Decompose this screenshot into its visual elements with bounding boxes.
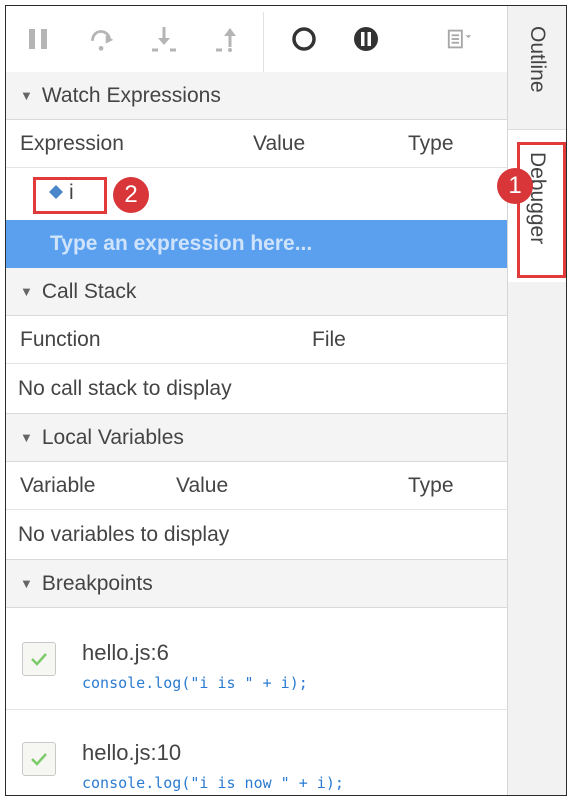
tab-debugger[interactable]: Debugger [508,130,566,282]
section-title: Call Stack [41,279,137,303]
column-variable: Variable [20,474,96,497]
debugger-panel: ▼ Watch Expressions Expression Value Typ… [6,6,508,795]
breakpoint-code: console.log("i is now " + i); [82,774,344,792]
local-variables-header[interactable]: ▼ Local Variables [6,414,507,462]
diamond-icon [48,184,64,205]
section-title: Local Variables [41,425,184,449]
column-function: Function [20,328,101,351]
watch-expression-row[interactable]: i 2 [6,170,507,220]
breakpoint-location: hello.js:6 [82,640,169,665]
breakpoints-header[interactable]: ▼ Breakpoints [6,560,507,608]
breakpoint-checkbox[interactable] [22,742,56,776]
callout-badge-1: 1 [497,168,533,204]
panel-menu-icon[interactable] [446,24,474,54]
local-variables-columns: Variable Value Type [6,462,507,510]
column-type: Type [408,474,454,497]
tab-outline[interactable]: Outline [508,6,566,130]
pause-on-exceptions-icon[interactable] [352,24,380,54]
debug-toolbar [6,6,507,72]
callout-badge-2: 2 [113,177,149,213]
breakpoint-code: console.log("i is " + i); [82,674,308,692]
collapse-triangle-icon: ▼ [20,576,33,591]
column-value: Value [176,474,229,497]
breakpoint-item[interactable]: hello.js:10 console.log("i is now " + i)… [6,710,507,795]
column-expression: Expression [20,132,124,155]
watch-columns: Expression Value Type [6,120,507,168]
deactivate-breakpoints-icon[interactable] [290,24,318,54]
tab-outline-label: Outline [526,26,549,93]
debugger-window: ▼ Watch Expressions Expression Value Typ… [5,5,567,796]
call-stack-empty-message: No call stack to display [6,364,507,414]
step-into-icon[interactable] [150,24,178,54]
step-over-icon[interactable] [88,24,116,54]
watch-expression-name: i [69,181,74,204]
breakpoint-checkbox[interactable] [22,642,56,676]
column-value: Value [253,132,306,155]
tab-debugger-label: Debugger [526,152,549,245]
collapse-triangle-icon: ▼ [20,284,33,299]
column-file: File [312,328,346,351]
call-stack-columns: Function File [6,316,507,364]
pause-icon[interactable] [24,24,52,54]
call-stack-header[interactable]: ▼ Call Stack [6,268,507,316]
side-tab-bar: Outline Debugger [508,6,566,795]
breakpoint-item[interactable]: hello.js:6 console.log("i is " + i); [6,610,507,710]
step-out-icon[interactable] [214,24,242,54]
toolbar-separator [263,12,264,72]
checkmark-icon [31,753,47,766]
local-variables-empty-message: No variables to display [6,510,507,560]
collapse-triangle-icon: ▼ [20,430,33,445]
column-type: Type [408,132,454,155]
checkmark-icon [31,653,47,666]
breakpoint-location: hello.js:10 [82,740,182,765]
section-title: Watch Expressions [41,83,221,107]
section-title: Breakpoints [41,571,153,595]
new-watch-expression-input[interactable]: Type an expression here... [6,220,507,268]
collapse-triangle-icon: ▼ [20,88,33,103]
watch-expressions-header[interactable]: ▼ Watch Expressions [6,72,507,120]
